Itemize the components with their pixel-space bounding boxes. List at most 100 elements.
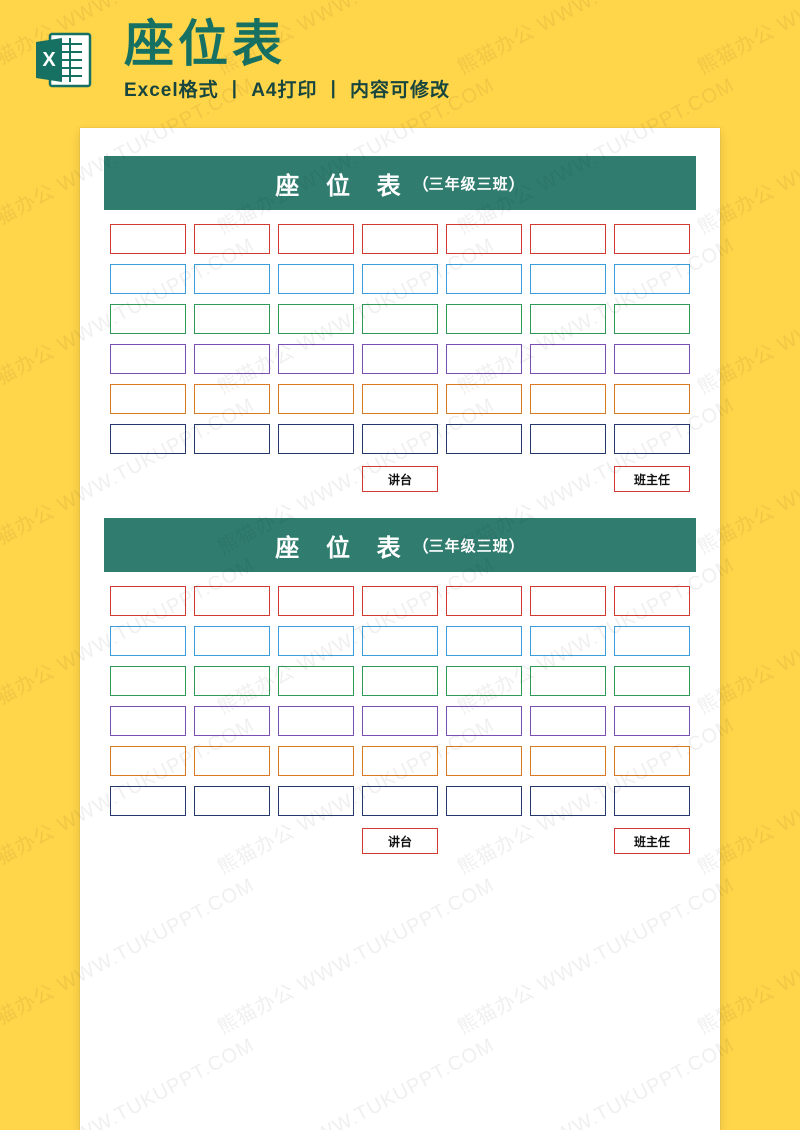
seat-cell: [278, 384, 354, 414]
seat-cell: [362, 384, 438, 414]
seat-cell: [614, 344, 690, 374]
paren-close: ）: [509, 533, 525, 557]
seat-row: [110, 786, 690, 816]
seat-cell: [530, 786, 606, 816]
seat-cell: [446, 304, 522, 334]
seat-row: [110, 384, 690, 414]
seat-row: [110, 344, 690, 374]
seat-cell: [110, 264, 186, 294]
seat-cell: [278, 786, 354, 816]
seat-row: [110, 264, 690, 294]
seat-cell: [110, 344, 186, 374]
seat-cell: [110, 424, 186, 454]
seat-cell: [614, 586, 690, 616]
seat-cell: [446, 264, 522, 294]
seat-cell: [278, 344, 354, 374]
teacher-label: 班主任: [614, 466, 690, 492]
teacher-label: 班主任: [614, 828, 690, 854]
paren-open: （: [413, 171, 429, 195]
seat-cell: [614, 626, 690, 656]
seat-cell: [362, 586, 438, 616]
seat-cell: [446, 746, 522, 776]
seat-cell: [614, 706, 690, 736]
seat-row: [110, 626, 690, 656]
seat-cell: [530, 264, 606, 294]
block-title: 座 位 表: [275, 166, 410, 201]
seat-cell: [194, 706, 270, 736]
seat-cell: [194, 224, 270, 254]
labels-row: 讲台 班主任: [104, 828, 696, 854]
seat-cell: [446, 666, 522, 696]
page-title: 座位表: [124, 18, 768, 71]
header-text: 座位表 Excel格式 丨 A4打印 丨 内容可修改: [124, 18, 768, 102]
seat-cell: [194, 786, 270, 816]
seat-cell: [110, 304, 186, 334]
seat-cell: [362, 264, 438, 294]
seat-cell: [362, 786, 438, 816]
seat-cell: [194, 264, 270, 294]
seat-cell: [194, 424, 270, 454]
seat-cell: [446, 586, 522, 616]
seat-cell: [194, 586, 270, 616]
seat-row: [110, 666, 690, 696]
seating-grid: [104, 224, 696, 454]
seat-cell: [278, 626, 354, 656]
seat-cell: [614, 746, 690, 776]
seat-cell: [530, 626, 606, 656]
seat-cell: [614, 786, 690, 816]
class-name: 三年级三班: [429, 173, 509, 194]
seat-cell: [446, 344, 522, 374]
seat-cell: [194, 746, 270, 776]
seat-cell: [110, 666, 186, 696]
excel-file-icon: X: [32, 28, 96, 92]
seat-row: [110, 706, 690, 736]
seat-cell: [362, 746, 438, 776]
seat-cell: [362, 424, 438, 454]
seat-cell: [530, 706, 606, 736]
paren-open: （: [413, 533, 429, 557]
seat-cell: [194, 666, 270, 696]
seat-cell: [446, 786, 522, 816]
seat-cell: [278, 424, 354, 454]
seat-cell: [110, 224, 186, 254]
seat-cell: [446, 384, 522, 414]
labels-row: 讲台 班主任: [104, 466, 696, 492]
seat-row: [110, 224, 690, 254]
seat-cell: [194, 344, 270, 374]
seat-cell: [362, 344, 438, 374]
seat-cell: [194, 304, 270, 334]
seat-cell: [362, 224, 438, 254]
seat-cell: [110, 746, 186, 776]
seat-cell: [110, 786, 186, 816]
seat-cell: [194, 384, 270, 414]
seat-row: [110, 304, 690, 334]
block-header: 座 位 表 （ 三年级三班 ）: [104, 156, 696, 210]
seat-cell: [278, 586, 354, 616]
svg-text:X: X: [42, 49, 56, 71]
paren-close: ）: [509, 171, 525, 195]
seat-cell: [446, 626, 522, 656]
seat-cell: [362, 666, 438, 696]
seat-row: [110, 424, 690, 454]
page-subtitle: Excel格式 丨 A4打印 丨 内容可修改: [124, 75, 768, 102]
seat-cell: [614, 264, 690, 294]
block-header: 座 位 表 （ 三年级三班 ）: [104, 518, 696, 572]
seat-cell: [278, 666, 354, 696]
seat-cell: [194, 626, 270, 656]
seat-cell: [110, 626, 186, 656]
seat-cell: [110, 384, 186, 414]
seat-cell: [278, 264, 354, 294]
seat-cell: [278, 746, 354, 776]
podium-label: 讲台: [362, 828, 438, 854]
block-title: 座 位 表: [275, 528, 410, 563]
seat-cell: [362, 626, 438, 656]
seat-cell: [530, 344, 606, 374]
seat-cell: [278, 304, 354, 334]
seat-cell: [110, 586, 186, 616]
seat-cell: [530, 424, 606, 454]
seat-cell: [446, 706, 522, 736]
seat-row: [110, 586, 690, 616]
seating-block-1: 座 位 表 （ 三年级三班 ） 讲台 班主任: [104, 156, 696, 492]
seat-row: [110, 746, 690, 776]
seat-cell: [614, 304, 690, 334]
